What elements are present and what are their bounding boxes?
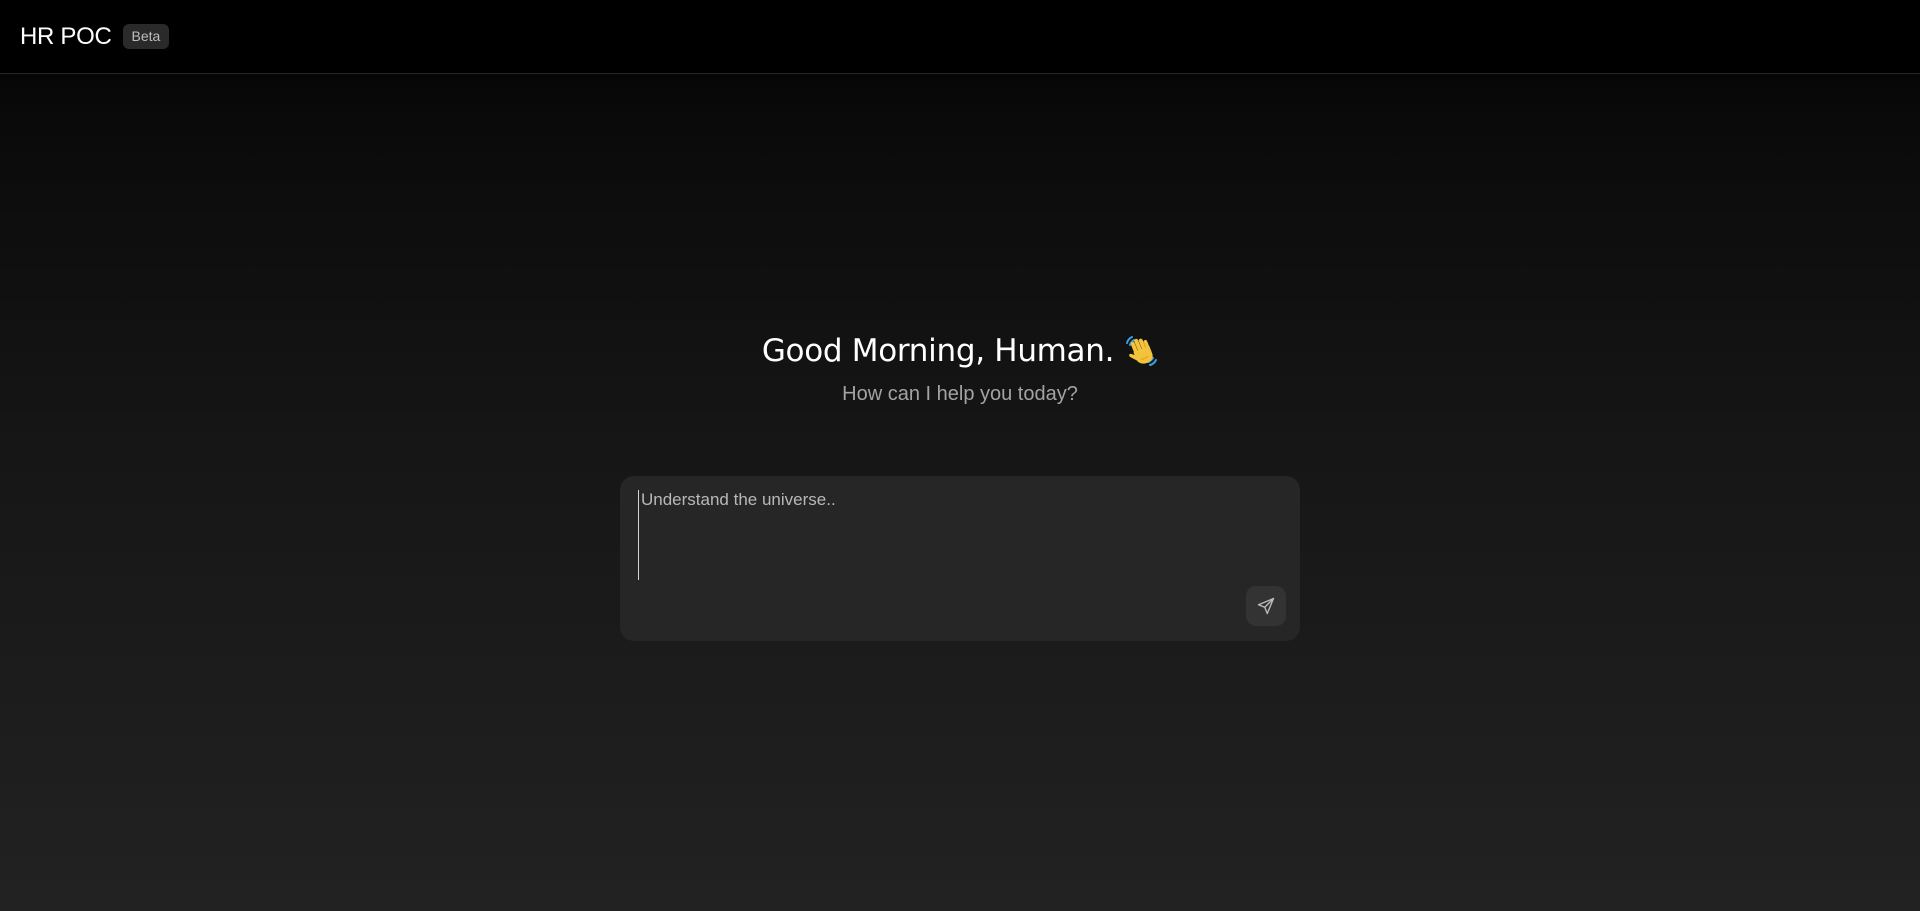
greeting-row: Good Morning, Human. — [762, 333, 1158, 369]
beta-badge: Beta — [122, 24, 170, 49]
greeting-heading: Good Morning, Human. — [761, 333, 1115, 369]
waving-hand-icon — [1124, 334, 1158, 368]
greeting-subtitle: How can I help you today? — [842, 383, 1078, 405]
top-bar: HR POC Beta — [0, 0, 1920, 74]
app-title[interactable]: HR POC — [20, 23, 112, 51]
send-icon — [1257, 597, 1275, 615]
welcome-section: Good Morning, Human. How can I help you … — [0, 333, 1920, 406]
prompt-input[interactable] — [638, 490, 1261, 580]
send-button[interactable] — [1246, 586, 1286, 626]
chat-composer — [620, 476, 1300, 641]
